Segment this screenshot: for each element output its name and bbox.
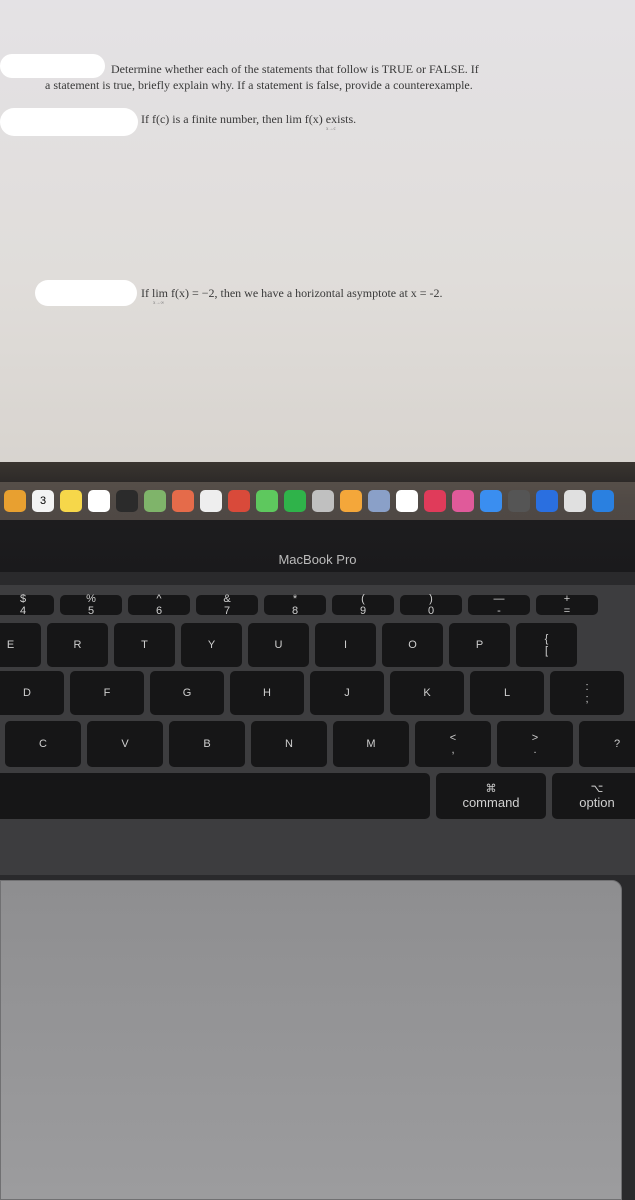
dock-app-icon[interactable] (144, 490, 166, 512)
key[interactable]: B (169, 721, 245, 767)
laptop-screen: Determine whether each of the statements… (0, 0, 635, 462)
dock-app-icon[interactable] (4, 490, 26, 512)
key[interactable]: V (87, 721, 163, 767)
key[interactable]: N (251, 721, 327, 767)
dock-app-icon[interactable] (452, 490, 474, 512)
dock-app-icon[interactable] (480, 490, 502, 512)
key[interactable]: > . (497, 721, 573, 767)
dock-app-icon[interactable] (172, 490, 194, 512)
dock-app-icon[interactable]: 3 (32, 490, 54, 512)
intro-line-2: a statement is true, briefly explain why… (45, 78, 473, 92)
dock-app-icon[interactable] (200, 490, 222, 512)
key[interactable]: + = (536, 593, 598, 617)
key[interactable]: ? (579, 721, 635, 767)
spacebar[interactable] (0, 773, 430, 819)
dock-app-icon[interactable] (312, 490, 334, 512)
key[interactable]: ) 0 (400, 593, 462, 617)
key[interactable]: U (248, 623, 309, 667)
dock-app-icon[interactable] (536, 490, 558, 512)
dock-app-icon[interactable] (592, 490, 614, 512)
dock-app-icon[interactable] (424, 490, 446, 512)
key[interactable]: : ; (550, 671, 624, 715)
key[interactable]: Y (181, 623, 242, 667)
dock-app-icon[interactable] (340, 490, 362, 512)
key[interactable]: F (70, 671, 144, 715)
key[interactable]: R (47, 623, 108, 667)
key[interactable]: & 7 (196, 593, 258, 617)
key[interactable]: M (333, 721, 409, 767)
dock: 3 (0, 482, 635, 520)
key[interactable]: I (315, 623, 376, 667)
key[interactable]: { [ (516, 623, 577, 667)
command-key[interactable]: ⌘ command (436, 773, 546, 819)
dock-app-icon[interactable] (564, 490, 586, 512)
key[interactable]: O (382, 623, 443, 667)
key[interactable]: L (470, 671, 544, 715)
key[interactable]: — - (468, 593, 530, 617)
key[interactable]: K (390, 671, 464, 715)
key[interactable]: E (0, 623, 41, 667)
key[interactable]: C (5, 721, 81, 767)
key[interactable]: % 5 (60, 593, 122, 617)
intro-line-1: Determine whether each of the statements… (111, 62, 479, 76)
command-icon: ⌘ (485, 783, 497, 795)
brand-label: MacBook Pro (278, 552, 357, 567)
dock-app-icon[interactable] (228, 490, 250, 512)
statement-1: If f(c) is a finite number, then lim f(x… (141, 112, 357, 126)
key[interactable]: * 8 (264, 593, 326, 617)
statement-2-subscript: x→∞ (153, 301, 165, 306)
key[interactable]: T (114, 623, 175, 667)
statement-1-subscript: x→c (326, 127, 336, 132)
dock-app-icon[interactable] (60, 490, 82, 512)
key[interactable]: $ 4 (0, 593, 54, 617)
trackpad[interactable] (0, 880, 622, 1200)
option-key[interactable]: ⌥ option (552, 773, 635, 819)
dock-app-icon[interactable] (368, 490, 390, 512)
dock-app-icon[interactable] (284, 490, 306, 512)
key[interactable]: J (310, 671, 384, 715)
dock-app-icon[interactable] (116, 490, 138, 512)
keyboard: $ 4% 5 ^ 6 & 7 * 8( 9) 0— - + = E R T Y U I O P{ [ … (0, 585, 635, 875)
redaction (0, 108, 138, 136)
option-icon: ⌥ (590, 783, 604, 795)
redaction (0, 54, 105, 78)
redaction (35, 280, 137, 306)
dock-app-icon[interactable] (88, 490, 110, 512)
key[interactable]: H (230, 671, 304, 715)
dock-app-icon[interactable] (508, 490, 530, 512)
key[interactable]: ( 9 (332, 593, 394, 617)
key[interactable]: < , (415, 721, 491, 767)
dock-app-icon[interactable] (396, 490, 418, 512)
key[interactable]: G (150, 671, 224, 715)
key[interactable]: P (449, 623, 510, 667)
dock-app-icon[interactable] (256, 490, 278, 512)
key[interactable]: D (0, 671, 64, 715)
statement-2: If lim f(x) = −2, then we have a horizon… (141, 286, 443, 300)
key[interactable]: ^ 6 (128, 593, 190, 617)
